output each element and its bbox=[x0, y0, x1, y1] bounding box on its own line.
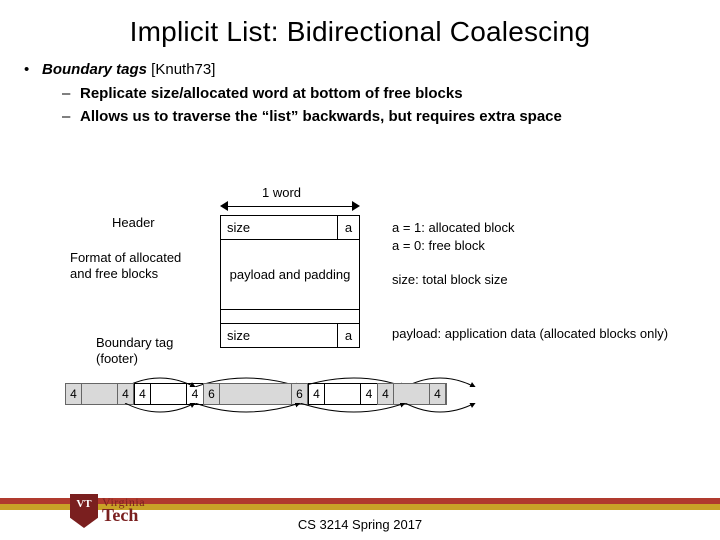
block-footer-num: 6 bbox=[292, 384, 308, 404]
bullet-lvl2b: – Allows us to traverse the “list” backw… bbox=[62, 107, 696, 127]
memory-block: 44 bbox=[134, 383, 204, 405]
footer-a-cell: a bbox=[337, 324, 359, 347]
forward-links-icon bbox=[65, 403, 675, 423]
note-alloc: a = 1: allocated block a = 0: free block bbox=[392, 219, 682, 254]
block-header-num: 6 bbox=[204, 384, 220, 404]
bullet-lvl2a-text: Replicate size/allocated word at bottom … bbox=[80, 84, 463, 104]
bullet-lvl1-text: Boundary tags [Knuth73] bbox=[42, 60, 215, 80]
block-footer-num: 4 bbox=[361, 384, 377, 404]
bullet-list: • Boundary tags [Knuth73] – Replicate si… bbox=[0, 56, 720, 127]
header-size-cell: size bbox=[221, 216, 337, 239]
note-a0: a = 0: free block bbox=[392, 237, 682, 255]
block-structure: size a payload and padding size a bbox=[220, 215, 360, 348]
block-body bbox=[220, 384, 292, 404]
block-header-num: 4 bbox=[378, 384, 394, 404]
memory-block: 66 bbox=[203, 383, 309, 405]
memory-block: 44 bbox=[308, 383, 378, 405]
citation-label: [Knuth73] bbox=[147, 61, 215, 78]
footer-size-cell: size bbox=[221, 324, 337, 347]
block-body bbox=[325, 384, 361, 404]
block-diagram: 1 word Header Format of allocated and fr… bbox=[0, 185, 720, 425]
block-header-num: 4 bbox=[66, 384, 82, 404]
bullet-lvl2a: – Replicate size/allocated word at botto… bbox=[62, 84, 696, 104]
block-header-num: 4 bbox=[135, 384, 151, 404]
block-footer-num: 4 bbox=[187, 384, 203, 404]
payload-row: payload and padding bbox=[221, 240, 359, 310]
block-footer-num: 4 bbox=[118, 384, 134, 404]
header-a-cell: a bbox=[337, 216, 359, 239]
header-row: size a bbox=[221, 216, 359, 240]
memory-block: 44 bbox=[377, 383, 447, 405]
gap-row bbox=[221, 310, 359, 324]
width-arrow-icon bbox=[220, 202, 360, 212]
block-body bbox=[151, 384, 187, 404]
bullet-dot-icon: • bbox=[24, 60, 42, 80]
footer-label: Boundary tag (footer) bbox=[96, 335, 206, 366]
payload-label: payload and padding bbox=[230, 267, 351, 282]
bullet-lvl2b-text: Allows us to traverse the “list” backwar… bbox=[80, 107, 562, 127]
footer-row: size a bbox=[221, 324, 359, 347]
dash-icon: – bbox=[62, 84, 80, 104]
note-payload: payload: application data (allocated blo… bbox=[392, 325, 682, 343]
block-body bbox=[394, 384, 430, 404]
memory-block: 44 bbox=[65, 383, 135, 405]
block-body bbox=[82, 384, 118, 404]
header-label: Header bbox=[112, 215, 155, 231]
format-label: Format of allocated and free blocks bbox=[70, 250, 190, 281]
dash-icon: – bbox=[62, 107, 80, 127]
block-header-num: 4 bbox=[309, 384, 325, 404]
note-a1: a = 1: allocated block bbox=[392, 219, 682, 237]
note-size: size: total block size bbox=[392, 271, 682, 289]
block-footer-num: 4 bbox=[430, 384, 446, 404]
course-label: CS 3214 Spring 2017 bbox=[0, 517, 720, 532]
memory-blocks-row: 4444664444 bbox=[65, 383, 446, 405]
bullet-lvl1: • Boundary tags [Knuth73] bbox=[24, 60, 696, 80]
slide-title: Implicit List: Bidirectional Coalescing bbox=[0, 0, 720, 56]
one-word-label: 1 word bbox=[262, 185, 301, 200]
boundary-tags-label: Boundary tags bbox=[42, 61, 147, 78]
